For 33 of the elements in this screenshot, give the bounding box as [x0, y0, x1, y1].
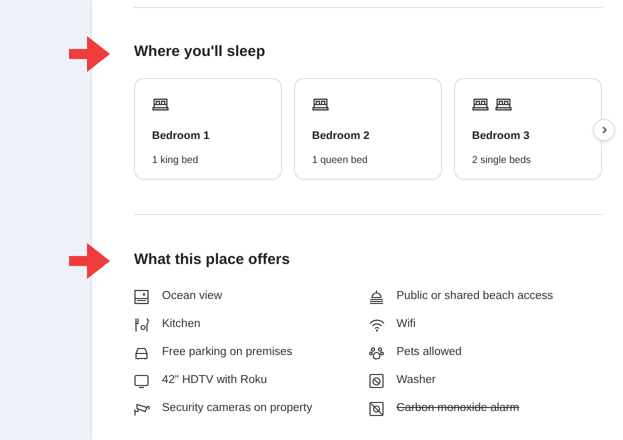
- bed-count: 1 king bed: [152, 154, 200, 168]
- amenity-label: Washer: [396, 372, 436, 388]
- utensils-icon: [134, 316, 150, 332]
- washer-icon: [368, 372, 384, 388]
- bedroom-name: Bedroom 1: [152, 128, 210, 144]
- wifi-icon: [368, 316, 384, 332]
- amenity-label: Public or shared beach access: [396, 288, 554, 304]
- amenity-label: Kitchen: [162, 316, 200, 332]
- bed-count: 1 queen bed: [312, 154, 369, 168]
- paw-icon: [368, 344, 384, 360]
- chevron-right-icon: [600, 126, 608, 134]
- bed-icon: [472, 96, 489, 110]
- section-heading: Where you'll sleep: [134, 42, 266, 62]
- arrow-icon: [69, 36, 111, 72]
- section-heading: What this place offers: [134, 250, 291, 270]
- bed-count: 2 single beds: [472, 154, 532, 168]
- amenity-label: Free parking on premises: [162, 344, 292, 360]
- bed-icon: [152, 96, 169, 110]
- bedroom-name: Bedroom 3: [472, 128, 530, 144]
- bed-icon: [312, 96, 329, 110]
- amenity-label: Ocean view: [162, 288, 222, 304]
- amenity-label: 42" HDTV with Roku: [162, 372, 268, 388]
- amenity-label: Carbon monoxide alarm: [396, 400, 520, 416]
- arrow-icon: [69, 243, 111, 279]
- amenity-label: Wifi: [396, 316, 416, 332]
- television-icon: [134, 372, 150, 388]
- picture-frame-icon: [134, 288, 150, 304]
- amenity-label: Security cameras on property: [162, 400, 312, 416]
- amenity-label: Pets allowed: [396, 344, 462, 360]
- bed-icon: [495, 96, 512, 110]
- crossed-out-alarm-icon: [368, 400, 384, 416]
- umbrella-waves-icon: [368, 288, 384, 304]
- bedroom-name: Bedroom 2: [312, 128, 370, 144]
